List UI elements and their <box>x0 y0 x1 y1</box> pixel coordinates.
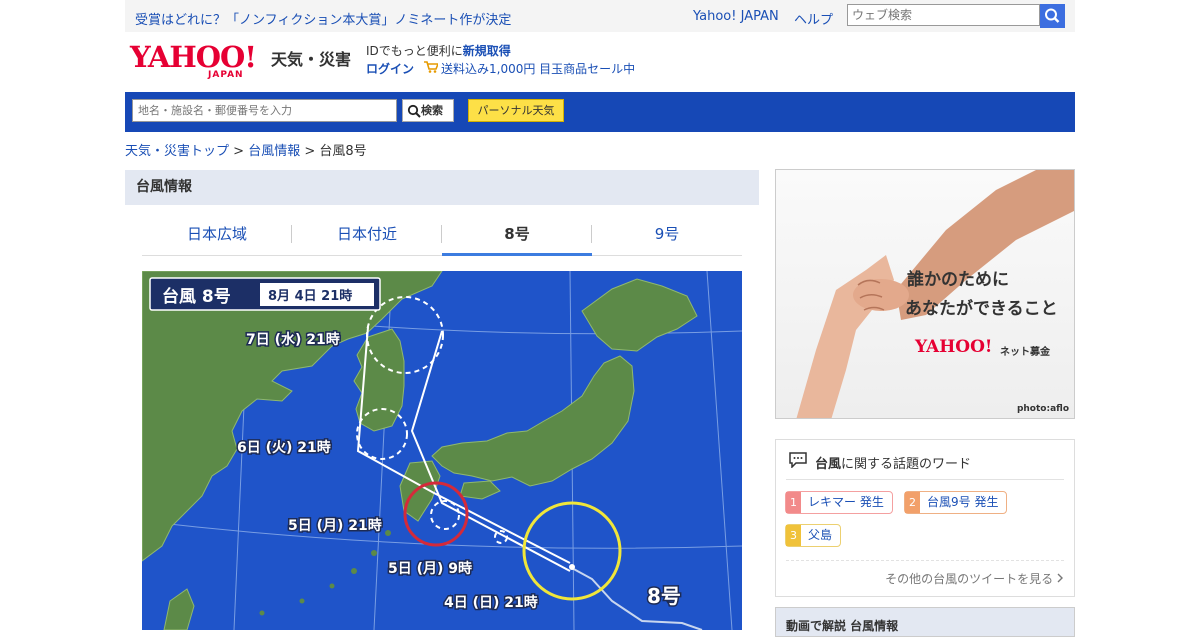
forecast-label-5d-9: 5日 (月) 9時 <box>388 560 472 577</box>
topic-rank: 2 <box>905 492 920 513</box>
typhoon-center <box>569 564 575 570</box>
forecast-label-5d-21: 5日 (月) 21時 <box>288 517 382 534</box>
top-bar: 受賞はどれに？「ノンフィクション本大賞」ノミネート作が決定 Yahoo! JAP… <box>125 0 1075 32</box>
topic-label: レキマー 発生 <box>808 495 884 509</box>
more-tweets-label: その他の台風のツイートを見る <box>885 572 1054 586</box>
location-search-input[interactable] <box>132 99 397 122</box>
login-promo-line: ログイン 送料込み1,000円 目玉商品セール中 <box>366 60 635 77</box>
shopping-promo-link[interactable]: 送料込み1,000円 目玉商品セール中 <box>441 62 635 76</box>
speech-bubble-icon <box>789 452 807 468</box>
cart-icon <box>424 61 440 76</box>
id-promo-line: IDでもっと便利に新規取得 <box>366 42 511 59</box>
register-link[interactable]: 新規取得 <box>463 44 511 58</box>
tab-typhoon-8[interactable]: 8号 <box>442 215 592 256</box>
breadcrumb-current: 台風8号 <box>319 144 367 159</box>
search-icon <box>1045 8 1060 23</box>
map-timestamp: 8月 4日 21時 <box>268 288 352 304</box>
yahoo-logo-text: YAHOO! <box>130 40 257 74</box>
forecast-label-4d-21: 4日 (日) 21時 <box>444 594 538 611</box>
location-search-button[interactable]: 検索 <box>402 99 454 122</box>
divider <box>786 479 1064 480</box>
typhoon-name-label: 8号 <box>647 584 681 608</box>
chevron-right-icon <box>1057 573 1063 583</box>
location-search-bar: 検索 パーソナル天気 <box>125 92 1075 132</box>
topic-chip-1[interactable]: 1 レキマー 発生 <box>785 491 893 514</box>
forecast-label-6d: 6日 (火) 21時 <box>237 439 331 456</box>
donation-ad[interactable]: 誰かのために あなたができること YAHOO! ネット募金 photo:aflo <box>775 169 1075 419</box>
web-search-button[interactable] <box>1040 4 1065 28</box>
topic-rank: 1 <box>786 492 801 513</box>
ad-headline-2: あなたができること <box>905 299 1058 319</box>
section-title: 台風情報 <box>125 170 759 205</box>
breadcrumb-separator: > <box>304 144 316 159</box>
yahoo-logo-sub: JAPAN <box>208 70 244 80</box>
more-tweets-link[interactable]: その他の台風のツイートを見る <box>885 570 1064 587</box>
typhoon-track-map: 台風 8号 8月 4日 21時 7日 (水) 21時 6日 (火) 21時 5日… <box>142 271 742 630</box>
tab-japan-vicinity[interactable]: 日本付近 <box>292 215 442 253</box>
web-search-input[interactable] <box>847 4 1040 26</box>
ad-headline-1: 誰かのために <box>907 270 1009 290</box>
search-icon <box>407 104 421 118</box>
yahoo-japan-link[interactable]: Yahoo! JAPAN <box>693 9 779 24</box>
topic-label: 父島 <box>808 528 833 542</box>
breadcrumb-weather-top[interactable]: 天気・災害トップ <box>125 144 229 159</box>
site-logo[interactable]: YAHOO! JAPAN 天気・災害 <box>130 40 351 80</box>
trending-topics-box: 台風に関する話題のワード 1 レキマー 発生 2 台風9号 発生 3 父島 その… <box>775 439 1075 597</box>
login-link[interactable]: ログイン <box>366 62 414 76</box>
trending-title-keyword: 台風 <box>815 457 842 472</box>
ad-service-name: ネット募金 <box>1000 347 1050 358</box>
tab-typhoon-9[interactable]: 9号 <box>592 215 742 253</box>
typhoon-map: 台風 8号 8月 4日 21時 7日 (水) 21時 6日 (火) 21時 5日… <box>142 271 742 630</box>
video-section-title: 動画で解説 台風情報 <box>775 607 1075 637</box>
forecast-label-7d: 7日 (水) 21時 <box>246 331 340 348</box>
topic-rank: 3 <box>786 525 801 546</box>
divider <box>786 560 1064 561</box>
help-link[interactable]: ヘルプ <box>794 9 833 28</box>
trending-title: 台風に関する話題のワード <box>815 453 971 472</box>
personal-weather-button[interactable]: パーソナル天気 <box>468 99 564 122</box>
id-text: IDでもっと便利に <box>366 44 463 58</box>
search-button-label: 検索 <box>421 104 443 117</box>
ad-yahoo-logo: YAHOO! <box>915 337 993 357</box>
breadcrumb-typhoon-info[interactable]: 台風情報 <box>248 144 300 159</box>
service-name: 天気・災害 <box>271 50 352 69</box>
map-typhoon-title: 台風 8号 <box>162 286 231 307</box>
topic-chip-2[interactable]: 2 台風9号 発生 <box>904 491 1008 514</box>
breadcrumb: 天気・災害トップ > 台風情報 > 台風8号 <box>125 140 367 159</box>
typhoon-tabs: 日本広域 日本付近 8号 9号 <box>142 215 742 256</box>
trending-title-rest: に関する話題のワード <box>841 457 972 472</box>
breadcrumb-separator: > <box>233 144 245 159</box>
topic-label: 台風9号 発生 <box>927 495 999 509</box>
ad-photo-credit: photo:aflo <box>1016 404 1069 414</box>
top-notice-link[interactable]: 受賞はどれに？「ノンフィクション本大賞」ノミネート作が決定 <box>135 9 511 28</box>
topic-chip-3[interactable]: 3 父島 <box>785 524 842 547</box>
tab-japan-wide[interactable]: 日本広域 <box>142 215 292 253</box>
